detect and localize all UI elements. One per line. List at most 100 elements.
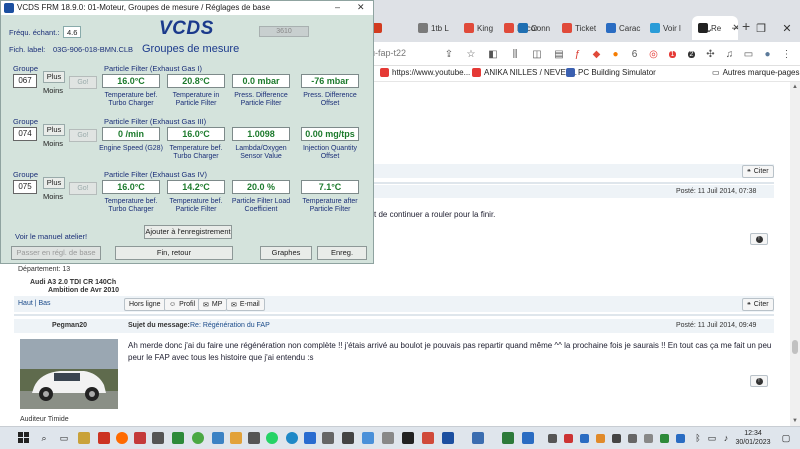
scroll-up-icon[interactable]: ▲ bbox=[790, 82, 800, 92]
tray-app-icon[interactable] bbox=[576, 431, 592, 445]
library-icon[interactable]: ⫼ bbox=[504, 45, 526, 63]
brave-icon[interactable]: ● bbox=[606, 45, 625, 63]
whatsapp-icon[interactable] bbox=[264, 431, 280, 445]
quote-button[interactable]: ❝ Citer bbox=[742, 165, 774, 178]
browser-tab[interactable]: Ticket bbox=[562, 16, 602, 40]
basic-settings-button[interactable]: Passer en régl. de base bbox=[11, 246, 101, 260]
taskbar-app-icon[interactable] bbox=[210, 431, 226, 445]
group-number-input[interactable]: 067 bbox=[13, 74, 37, 88]
pdf-icon[interactable]: ▤ bbox=[548, 45, 570, 63]
url-bar[interactable]: u-fap-t22 bbox=[370, 48, 406, 58]
taskbar-app-icon[interactable] bbox=[420, 431, 436, 445]
browser-tab[interactable]: King bbox=[464, 16, 506, 40]
browser-tab[interactable] bbox=[372, 16, 416, 40]
windows-icon[interactable] bbox=[302, 431, 318, 445]
taskbar-app-icon[interactable] bbox=[170, 431, 186, 445]
windows-start-icon[interactable] bbox=[16, 431, 32, 445]
firefox-icon[interactable] bbox=[114, 431, 130, 445]
menu-icon[interactable]: ⋮ bbox=[777, 45, 796, 63]
vcds-taskbar-icon[interactable] bbox=[440, 431, 456, 445]
chevron-down-icon[interactable]: ⌄ bbox=[696, 16, 722, 40]
haut-bas-link[interactable]: Haut | Bas bbox=[18, 300, 51, 307]
quote-button[interactable]: ❝ Citer bbox=[742, 298, 774, 311]
graphs-button[interactable]: Graphes bbox=[260, 246, 312, 260]
tray-app-icon[interactable] bbox=[672, 431, 688, 445]
extension-icon[interactable]: ◧ bbox=[482, 45, 504, 63]
group-plus-button[interactable]: Plus bbox=[43, 124, 65, 136]
scroll-down-icon[interactable]: ▼ bbox=[790, 416, 800, 426]
group-minus-button[interactable]: Moins bbox=[43, 86, 63, 95]
record-button[interactable]: Enreg. bbox=[317, 246, 367, 260]
profile-icon[interactable]: ● bbox=[758, 45, 777, 63]
taskbar-app-icon[interactable] bbox=[340, 431, 356, 445]
done-back-button[interactable]: Fin, retour bbox=[115, 246, 233, 260]
edge-icon[interactable] bbox=[284, 431, 300, 445]
browser-tab[interactable]: Voir l bbox=[650, 16, 690, 40]
star-icon[interactable]: ☆ bbox=[460, 45, 482, 63]
taskbar-app-icon[interactable] bbox=[246, 431, 262, 445]
close-icon[interactable]: ✕ bbox=[774, 16, 800, 40]
group-go-button[interactable]: Go! bbox=[69, 76, 97, 89]
taskbar-app-icon[interactable] bbox=[228, 431, 244, 445]
tray-app-icon[interactable] bbox=[560, 431, 576, 445]
bookmark-red-icon[interactable]: ◆ bbox=[587, 45, 606, 63]
group-go-button[interactable]: Go! bbox=[69, 182, 97, 195]
group-go-button[interactable]: Go! bbox=[69, 129, 97, 142]
split-view-icon[interactable]: ▭ bbox=[739, 45, 758, 63]
group-plus-button[interactable]: Plus bbox=[43, 71, 65, 83]
page-scrollbar[interactable]: ▲ ▼ bbox=[790, 82, 800, 426]
group-minus-button[interactable]: Moins bbox=[43, 192, 63, 201]
report-button[interactable]: ! bbox=[750, 375, 768, 387]
taskbar-app-icon[interactable] bbox=[360, 431, 376, 445]
tray-app-icon[interactable] bbox=[592, 431, 608, 445]
browser-tab[interactable]: 1tb L bbox=[418, 16, 462, 40]
scroll-thumb[interactable] bbox=[792, 340, 798, 354]
minimize-icon[interactable]: – bbox=[335, 2, 340, 12]
subject-link[interactable]: Re: Régénération du FAP bbox=[190, 322, 270, 329]
taskbar-app-icon[interactable] bbox=[400, 431, 416, 445]
green-badge-extension[interactable]: 2 bbox=[682, 45, 701, 63]
manual-link[interactable]: Voir le manuel atelier! bbox=[15, 232, 87, 241]
taskbar-app-icon[interactable] bbox=[132, 431, 148, 445]
browser-tab[interactable]: Conn bbox=[518, 16, 562, 40]
taskbar-app-icon[interactable] bbox=[320, 431, 336, 445]
email-button[interactable]: ✉ E-mail bbox=[226, 298, 265, 311]
puzzle-icon[interactable]: ✣ bbox=[701, 45, 720, 63]
badge-six[interactable]: 6 bbox=[625, 45, 644, 63]
add-to-recording-button[interactable]: Ajouter à l'enregistrement bbox=[144, 225, 232, 239]
volume-icon[interactable]: ♪ bbox=[718, 431, 734, 445]
browser-tab[interactable]: Carac bbox=[606, 16, 646, 40]
tray-app-icon[interactable] bbox=[544, 431, 560, 445]
other-bookmarks[interactable]: ▭ Autres marque-pages bbox=[712, 68, 800, 77]
report-button[interactable]: ! bbox=[750, 233, 768, 245]
taskbar-app-icon[interactable] bbox=[470, 431, 486, 445]
utorrent-icon[interactable] bbox=[190, 431, 206, 445]
taskbar-app-icon[interactable] bbox=[76, 431, 92, 445]
taskbar-app-icon[interactable] bbox=[380, 431, 396, 445]
bookmark-anika[interactable]: ANIKA NILLES / NEVEL... bbox=[472, 68, 577, 77]
tray-app-icon[interactable] bbox=[656, 431, 672, 445]
bookmark-youtube[interactable]: https://www.youtube... bbox=[380, 68, 470, 77]
flash-icon[interactable]: ƒ bbox=[568, 45, 587, 63]
search-icon[interactable]: ⌕ bbox=[36, 431, 52, 445]
tray-app-icon[interactable] bbox=[608, 431, 624, 445]
profile-button[interactable]: ☺ Profil bbox=[164, 298, 201, 311]
tray-app-icon[interactable] bbox=[640, 431, 656, 445]
camera-icon[interactable] bbox=[150, 431, 166, 445]
tray-app-icon[interactable] bbox=[624, 431, 640, 445]
media-icon[interactable]: ♫ bbox=[720, 45, 739, 63]
adblock-icon[interactable]: ◎ bbox=[644, 45, 663, 63]
task-view-icon[interactable]: ▭ bbox=[56, 431, 72, 445]
bookmark-pc-building[interactable]: PC Building Simulator bbox=[566, 68, 656, 77]
maximize-icon[interactable]: ❐ bbox=[748, 16, 774, 40]
close-icon[interactable]: ✕ bbox=[357, 2, 365, 13]
taskbar-app-icon[interactable] bbox=[500, 431, 516, 445]
system-clock[interactable]: 12:34 30/01/2023 bbox=[734, 429, 772, 447]
minimize-icon[interactable]: – bbox=[722, 16, 748, 40]
pm-button[interactable]: ✉ MP bbox=[198, 298, 228, 311]
notification-icon[interactable]: ▢ bbox=[778, 431, 794, 445]
post-author[interactable]: Pegman20 bbox=[52, 322, 87, 329]
group-number-input[interactable]: 074 bbox=[13, 127, 37, 141]
taskbar-app-icon[interactable] bbox=[520, 431, 536, 445]
taskbar-app-icon[interactable] bbox=[96, 431, 112, 445]
